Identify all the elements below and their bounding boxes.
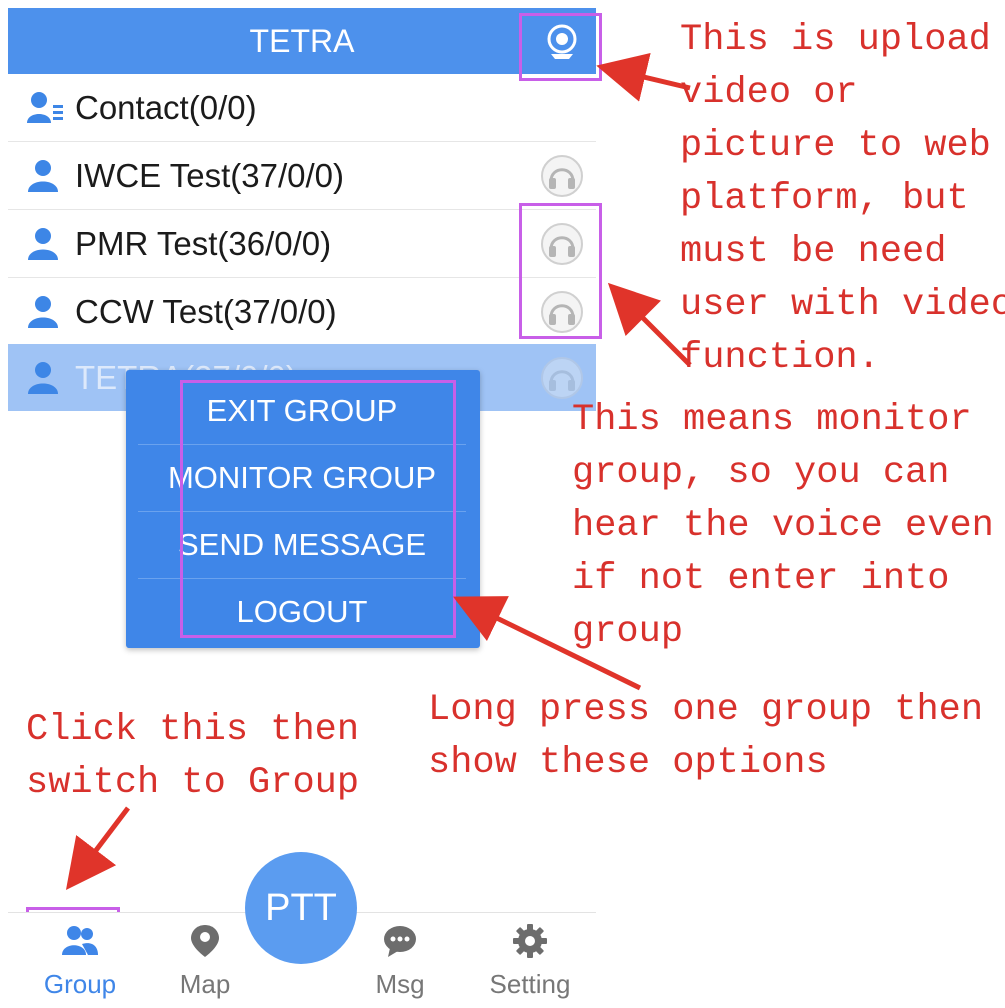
tab-label: Msg xyxy=(375,969,425,999)
tab-label: Map xyxy=(179,969,231,999)
monitor-arrow xyxy=(607,282,692,367)
group-tab-arrow xyxy=(65,806,130,890)
gear-icon xyxy=(513,924,547,958)
long-press-annotation: Long press one group then show these opt… xyxy=(428,689,984,784)
monitor-annotation: This means monitor group, so you can hea… xyxy=(572,399,994,653)
chat-bubble-icon xyxy=(384,926,416,957)
tab-label: Setting xyxy=(489,969,571,999)
upload-arrow xyxy=(596,52,691,102)
tab-group[interactable]: Group xyxy=(20,913,140,1008)
group-tab-annotation: Click this then switch to Group xyxy=(26,709,360,804)
tab-map[interactable]: Map xyxy=(145,913,265,1008)
map-pin-icon xyxy=(191,925,219,957)
tab-label: Group xyxy=(43,969,117,999)
upload-annotation: This is upload video or picture to web p… xyxy=(680,19,1005,379)
ptt-button[interactable]: PTT xyxy=(245,852,357,964)
group-icon xyxy=(62,926,98,955)
tab-msg[interactable]: Msg xyxy=(340,913,460,1008)
tab-setting[interactable]: Setting xyxy=(470,913,590,1008)
